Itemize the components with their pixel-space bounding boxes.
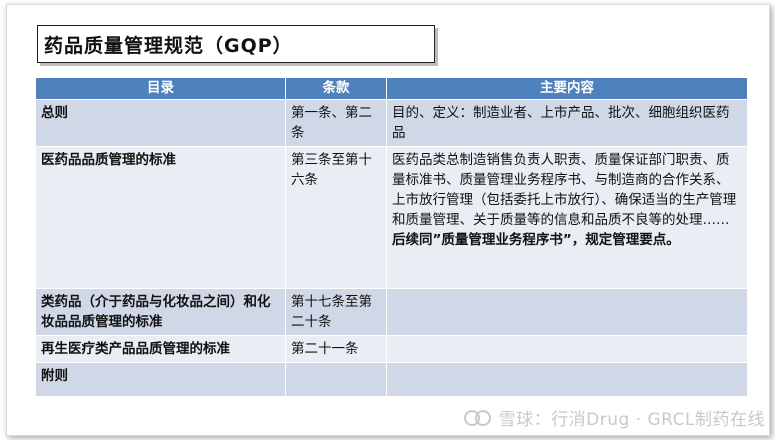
gqp-table: 目录 条款 主要内容 总则 第一条、第二条 目的、定义：制造业者、上市产品、批次… [35,77,748,397]
row-content [386,288,748,336]
table-row: 总则 第一条、第二条 目的、定义：制造业者、上市产品、批次、细胞组织医药品 [35,99,748,147]
row-clause: 第十七条至第二十条 [285,288,387,336]
table-row: 医药品品质管理的标准 第三条至第十六条 医药品类总制造销售负责人职责、质量保证部… [35,146,748,289]
row-content [386,362,748,397]
row-content: 医药品类总制造销售负责人职责、质量保证部门职责、质量标准书、质量管理业务程序书、… [392,152,737,228]
row-section: 类药品（介于药品与化妆品之间）和化妆品品质管理的标准 [35,288,286,336]
row-content: 目的、定义：制造业者、上市产品、批次、细胞组织医药品 [386,99,748,147]
row-content-cell: 医药品类总制造销售负责人职责、质量保证部门职责、质量标准书、质量管理业务程序书、… [386,146,748,289]
slide-title: 药品质量管理规范（GQP） [44,34,293,57]
table-row: 再生医疗类产品品质管理的标准 第二十一条 [35,335,748,363]
row-clause: 第一条、第二条 [285,99,387,147]
row-section: 再生医疗类产品品质管理的标准 [35,335,286,363]
row-clause: 第二十一条 [285,335,387,363]
row-section: 医药品品质管理的标准 [35,146,286,289]
row-section: 附则 [35,362,286,397]
table-row: 附则 [35,362,748,397]
table-row: 类药品（介于药品与化妆品之间）和化妆品品质管理的标准 第十七条至第二十条 [35,288,748,336]
row-note: 后续同”质量管理业务程序书”，规定管理要点。 [392,232,680,248]
row-clause: 第三条至第十六条 [285,146,387,289]
slide: 药品质量管理规范（GQP） 目录 条款 主要内容 总则 第一条、第二条 目的、定… [6,4,770,436]
title-box: 药品质量管理规范（GQP） [37,25,435,63]
watermark-text: 雪球：行消Drug · GRCL制药在线 [498,410,765,430]
watermark: 雪球：行消Drug · GRCL制药在线 [463,405,765,430]
snowball-logo-icon [463,409,491,426]
row-section: 总则 [35,99,286,147]
header-catalog: 目录 [35,77,286,100]
row-clause [285,362,387,397]
table-header-row: 目录 条款 主要内容 [35,77,748,100]
header-clause: 条款 [285,77,387,100]
row-content [386,335,748,363]
header-content: 主要内容 [386,77,748,100]
